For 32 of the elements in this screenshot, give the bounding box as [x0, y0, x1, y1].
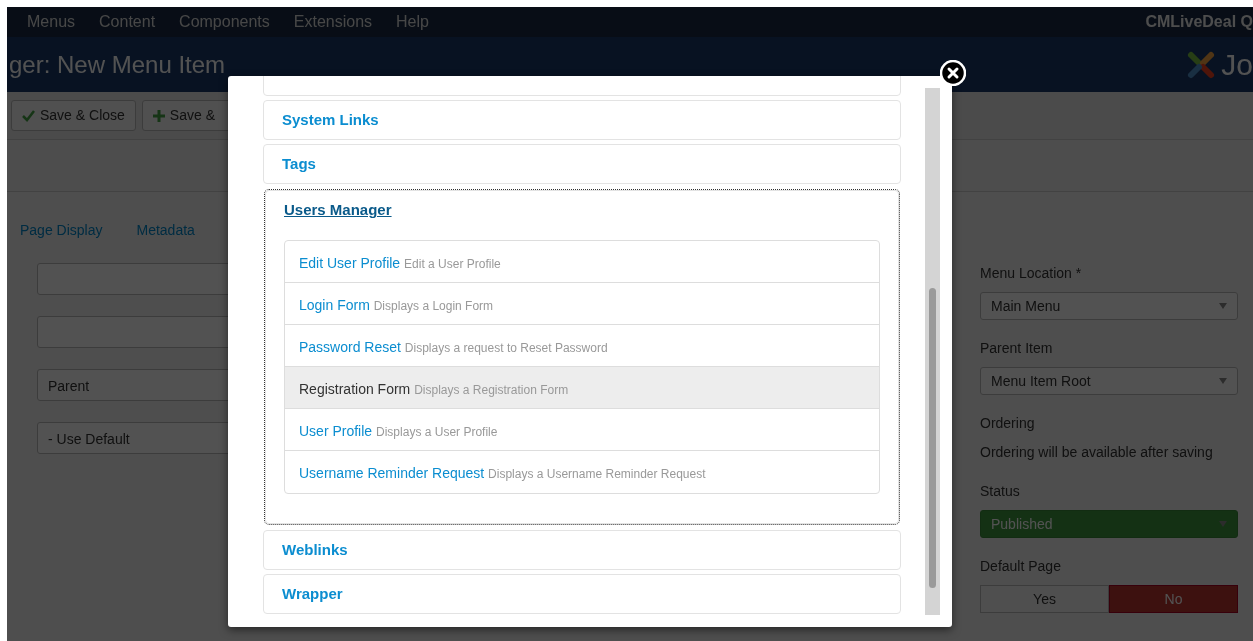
page-title: ger: New Menu Item — [9, 49, 226, 80]
menu-type-link[interactable]: Username Reminder Request Displays a Username Reminder Request — [285, 451, 879, 493]
logo-text: Jo — [1221, 47, 1253, 83]
accordion-header[interactable]: Users Manager — [266, 191, 410, 229]
plus-icon — [152, 109, 165, 122]
scrollbar-thumb[interactable] — [929, 288, 936, 588]
toolbar-button[interactable]: Save & Close — [11, 100, 136, 131]
toggle-option[interactable]: Yes — [980, 585, 1109, 613]
toggle-option[interactable]: No — [1109, 585, 1238, 613]
menu-type-link[interactable]: Registration Form Displays a Registration Form — [285, 367, 879, 409]
tab[interactable]: Page Display — [20, 220, 103, 241]
field-label: Parent Item — [980, 339, 1054, 358]
accordion-header[interactable]: Wrapper — [264, 575, 361, 613]
field-value: Ordering will be available after saving — [980, 443, 1214, 462]
menu-type-link[interactable]: Login Form Displays a Login Form — [285, 283, 879, 325]
select-field[interactable]: Menu Item Root — [980, 367, 1238, 395]
check-icon — [22, 109, 35, 122]
site-name[interactable]: CMLiveDeal Q — [1145, 10, 1253, 34]
field-label: Menu Location * — [980, 264, 1083, 283]
tab[interactable]: Metadata — [136, 220, 195, 241]
accordion-header[interactable]: Tags — [264, 145, 334, 183]
menu-type-link[interactable]: Edit User Profile Edit a User Profile — [285, 241, 879, 283]
field-label: Default Page — [980, 557, 1062, 576]
select-field[interactable]: Main Menu — [980, 292, 1238, 320]
caret-icon — [1219, 303, 1227, 309]
caret-icon — [1219, 521, 1227, 527]
menu-type-link[interactable]: User Profile Displays a User Profile — [285, 409, 879, 451]
field-label: Ordering — [980, 414, 1036, 433]
accordion-header[interactable]: Weblinks — [264, 531, 366, 569]
field-label: Status — [980, 482, 1021, 501]
caret-icon — [1219, 378, 1227, 384]
accordion-header[interactable]: System Links — [264, 101, 397, 139]
